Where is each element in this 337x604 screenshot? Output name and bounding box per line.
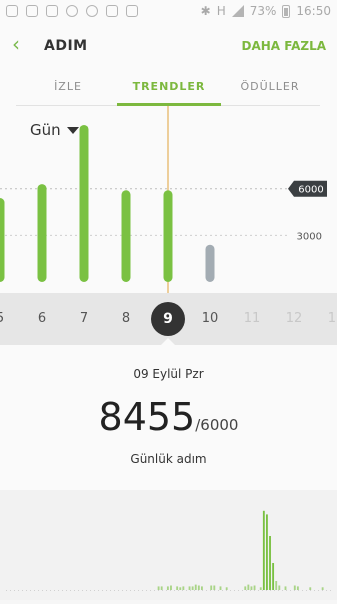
more-button[interactable]: DAHA FAZLA: [242, 39, 327, 53]
battery-icon: [282, 4, 291, 18]
bar-day-9[interactable]: [163, 190, 173, 282]
instagram-icon: [46, 5, 58, 17]
hourly-bar: [284, 586, 287, 590]
selection-pointer: [161, 338, 175, 345]
bar-day-7[interactable]: [79, 124, 89, 282]
hourly-bar: [166, 586, 169, 590]
battery-percent: 73%: [249, 4, 277, 18]
status-bar: ✱ H 73% 16:50: [0, 0, 337, 24]
hourly-bar: [176, 586, 179, 590]
hourly-bar: [244, 586, 247, 590]
day-6[interactable]: 6: [27, 311, 57, 326]
day-7[interactable]: 7: [69, 311, 99, 326]
clock: 16:50: [296, 4, 331, 18]
hourly-bar: [272, 563, 275, 590]
youtube-icon: [126, 5, 138, 17]
instagram-icon: [26, 5, 38, 17]
steps-trend-chart[interactable]: Gün 3000 6000: [0, 106, 337, 293]
hourly-bar: [179, 587, 182, 590]
tab-oduller[interactable]: ÖDÜLLER: [218, 80, 322, 93]
hourly-bar: [191, 586, 194, 590]
page-title: ADIM: [44, 38, 88, 54]
hourly-bar: [259, 587, 262, 590]
bar-day-6[interactable]: [37, 184, 47, 282]
system-icons: ✱ H 73% 16:50: [201, 4, 331, 18]
chart-plot: 3000 6000: [0, 106, 327, 293]
hourly-steps-chart: [0, 490, 337, 600]
hourly-bar: [296, 586, 299, 590]
hourly-bar: [170, 585, 172, 590]
hourly-bar: [197, 585, 200, 590]
step-caption: Günlük adım: [130, 452, 207, 466]
chrome-icon: [86, 5, 98, 17]
hourly-bar: [262, 510, 265, 590]
signal-icon: [231, 5, 244, 17]
gallery-icon: [106, 5, 118, 17]
notification-icons: [6, 5, 138, 17]
day-5[interactable]: 5: [0, 311, 15, 326]
hourly-bar: [269, 536, 271, 590]
hourly-bar: [219, 586, 222, 590]
network-icon: H: [216, 4, 226, 18]
bluetooth-icon: ✱: [200, 4, 211, 18]
day-8[interactable]: 8: [111, 311, 141, 326]
hourly-bar: [253, 585, 256, 590]
hourly-bar: [225, 587, 228, 590]
message-icon: [6, 5, 18, 17]
hourly-bar: [213, 585, 216, 590]
hourly-bar: [309, 587, 312, 590]
back-arrow-icon[interactable]: ‹: [12, 34, 20, 54]
hourly-bar: [188, 586, 191, 590]
day-10[interactable]: 10: [195, 311, 225, 326]
day-detail: 09 Eylül Pzr 8455/6000 Günlük adım: [0, 338, 337, 490]
bar-day-10[interactable]: [205, 244, 215, 282]
bar-day-5[interactable]: [0, 198, 5, 282]
hourly-bar: [194, 584, 197, 590]
hourly-bar: [157, 586, 160, 590]
day-9-selected[interactable]: 9: [151, 302, 185, 336]
hourly-bar: [182, 586, 185, 590]
hourly-bar: [278, 585, 281, 590]
app-header: ‹ ADIM DAHA FAZLA: [0, 24, 337, 68]
tab-izle[interactable]: İZLE: [16, 80, 120, 93]
hourly-bar: [321, 587, 324, 590]
hourly-bar: [247, 584, 250, 590]
hourly-bar: [250, 586, 253, 590]
goal-label: 6000: [298, 185, 323, 196]
step-count-value: 8455: [98, 395, 196, 439]
hourly-bar: [293, 585, 296, 590]
hourly-bar: [201, 586, 203, 590]
step-count: 8455/6000: [0, 395, 337, 439]
tab-bar: İZLE TRENDLER ÖDÜLLER: [0, 68, 337, 106]
day-13[interactable]: 13: [321, 311, 337, 326]
hourly-bar: [210, 585, 213, 590]
sync-icon: [66, 5, 78, 17]
hourly-plot: [6, 510, 331, 591]
tab-trendler[interactable]: TRENDLER: [117, 80, 221, 93]
bar-day-8[interactable]: [121, 190, 131, 282]
step-goal: /6000: [195, 416, 239, 434]
reference-label: 3000: [297, 231, 322, 242]
day-11[interactable]: 11: [237, 311, 267, 326]
hourly-bar: [275, 581, 278, 590]
day-12[interactable]: 12: [279, 311, 309, 326]
detail-date: 09 Eylül Pzr: [133, 367, 204, 381]
hourly-bar: [160, 586, 163, 590]
goal-badge: 6000: [288, 180, 327, 197]
hourly-bar: [266, 514, 268, 590]
